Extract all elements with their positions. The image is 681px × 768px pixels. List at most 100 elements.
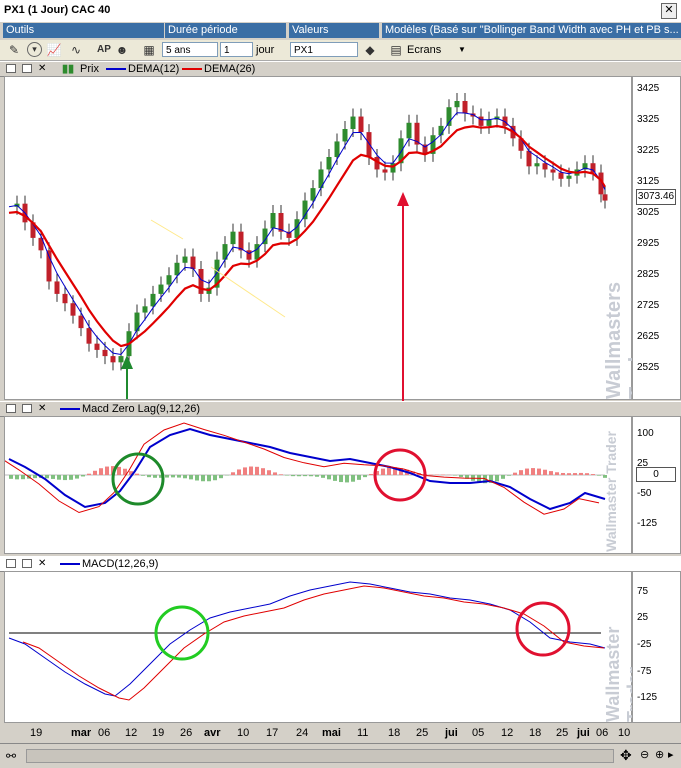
candle-body: [87, 328, 92, 344]
histogram-bar: [345, 475, 349, 482]
legend-macd-zl: Macd Zero Lag(9,12,26): [82, 402, 200, 416]
candle-body: [535, 163, 540, 166]
panel-menu-icon[interactable]: [6, 64, 16, 73]
zl-watermark: Wallmaster Trader: [603, 431, 619, 552]
step-input[interactable]: 1: [220, 42, 253, 57]
panel-menu-icon[interactable]: [6, 404, 16, 413]
candle-body: [543, 163, 548, 169]
x-tick: 24: [296, 727, 308, 739]
window-title: PX1 (1 Jour) CAC 40: [4, 4, 110, 16]
candle-body: [183, 257, 188, 263]
book-icon[interactable]: ◆: [362, 42, 378, 58]
panel-restore-icon[interactable]: [22, 64, 32, 73]
screens-icon[interactable]: ▤: [388, 42, 404, 58]
symbol-input[interactable]: PX1: [290, 42, 358, 57]
histogram-bar: [561, 473, 565, 475]
macd-tick: 25: [637, 612, 648, 623]
fit-icon[interactable]: ▸: [668, 748, 674, 761]
candle-body: [47, 250, 52, 281]
panel-restore-icon[interactable]: [22, 404, 32, 413]
histogram-bar: [135, 474, 139, 475]
histogram-bar: [69, 475, 73, 480]
candle-body: [559, 173, 564, 179]
panel-close-icon[interactable]: ✕: [38, 404, 48, 413]
close-icon[interactable]: ✕: [661, 3, 677, 19]
histogram-bar: [357, 475, 361, 480]
x-tick: 26: [180, 727, 192, 739]
candle-body: [135, 313, 140, 332]
dema12-swatch: [106, 68, 126, 70]
price-tick: 3125: [637, 176, 659, 187]
panel-menu-icon[interactable]: [6, 559, 16, 568]
price-tick: 2625: [637, 331, 659, 342]
macd-zl-chart[interactable]: Wallmaster Trader: [4, 416, 632, 554]
histogram-bar: [93, 471, 97, 475]
candle-body: [367, 132, 372, 157]
period-input[interactable]: 5 ans: [162, 42, 218, 57]
screens-dropdown[interactable]: Ecrans: [407, 42, 441, 58]
panel-close-icon[interactable]: ✕: [38, 64, 48, 73]
candle-body: [359, 117, 364, 133]
zoom-out-icon[interactable]: ⊖: [640, 748, 649, 761]
histogram-bar: [291, 475, 295, 476]
user-icon[interactable]: ☻: [114, 42, 130, 58]
histogram-bar: [147, 475, 151, 477]
histogram-bar: [153, 475, 157, 478]
histogram-bar: [183, 475, 187, 478]
candle-body: [103, 350, 108, 356]
zl-zero-label: 0: [636, 467, 676, 482]
price-chart-svg: [5, 77, 631, 399]
tab-modeles[interactable]: Modèles (Basé sur "Bollinger Band Width …: [382, 23, 681, 38]
histogram-bar: [537, 469, 541, 475]
panel-close-icon[interactable]: ✕: [38, 559, 48, 568]
tab-valeurs[interactable]: Valeurs: [289, 23, 379, 38]
macd-svg: [5, 572, 631, 722]
indicator-icon[interactable]: ∿: [68, 42, 84, 58]
macd-chart[interactable]: Wallmaster Trader: [4, 571, 632, 723]
histogram-bar: [189, 475, 193, 479]
price-chart[interactable]: Wallmasters Trader: [4, 76, 632, 400]
calendar-icon[interactable]: ▦: [141, 42, 157, 58]
histogram-bar: [549, 471, 553, 475]
histogram-bar: [333, 475, 337, 481]
chart-icon[interactable]: 📈: [46, 42, 62, 58]
move-icon[interactable]: ✥: [620, 747, 632, 764]
tab-outils[interactable]: Outils: [3, 23, 164, 38]
macd-red-line: [23, 586, 604, 700]
histogram-bar: [501, 475, 505, 479]
candle-body: [327, 157, 332, 169]
x-tick: 10: [237, 727, 249, 739]
toolbar: ✎ ▾ 📈 ∿ AP ☻ ▦ 5 ans 1 jour PX1 ◆ ▤ Ecra…: [0, 40, 681, 61]
zl-tick: -125: [637, 518, 657, 529]
histogram-bar: [459, 475, 463, 477]
trendline-upper: [151, 220, 183, 239]
macd-swatch: [60, 563, 80, 565]
candle-body: [143, 306, 148, 312]
candle-body: [119, 356, 124, 362]
price-tick: 3425: [637, 83, 659, 94]
histogram-bar: [387, 467, 391, 475]
horizontal-scrollbar[interactable]: [26, 749, 614, 763]
histogram-bar: [573, 473, 577, 475]
histogram-bar: [15, 475, 19, 479]
screens-chevron-icon[interactable]: ▼: [458, 42, 466, 58]
histogram-bar: [219, 475, 223, 478]
histogram-bar: [567, 473, 571, 475]
edit-icon[interactable]: ✎: [6, 42, 22, 58]
histogram-bar: [171, 475, 175, 477]
zoom-in-icon[interactable]: ⊕: [655, 748, 664, 761]
histogram-bar: [285, 475, 289, 476]
histogram-bar: [249, 466, 253, 475]
panel-restore-icon[interactable]: [22, 559, 32, 568]
chevron-down-icon[interactable]: ▾: [27, 42, 42, 57]
candle-body: [175, 263, 180, 275]
histogram-bar: [369, 474, 373, 475]
candle-body: [463, 101, 468, 113]
ap-icon[interactable]: AP: [96, 42, 112, 58]
link-icon[interactable]: ⚯: [6, 749, 16, 763]
tab-duree-periode[interactable]: Durée période: [165, 23, 286, 38]
step-unit-label[interactable]: jour: [256, 42, 274, 58]
candle-body: [351, 117, 356, 129]
candle-body: [55, 281, 60, 293]
tab-strip: Outils Durée période Valeurs Modèles (Ba…: [0, 22, 681, 40]
